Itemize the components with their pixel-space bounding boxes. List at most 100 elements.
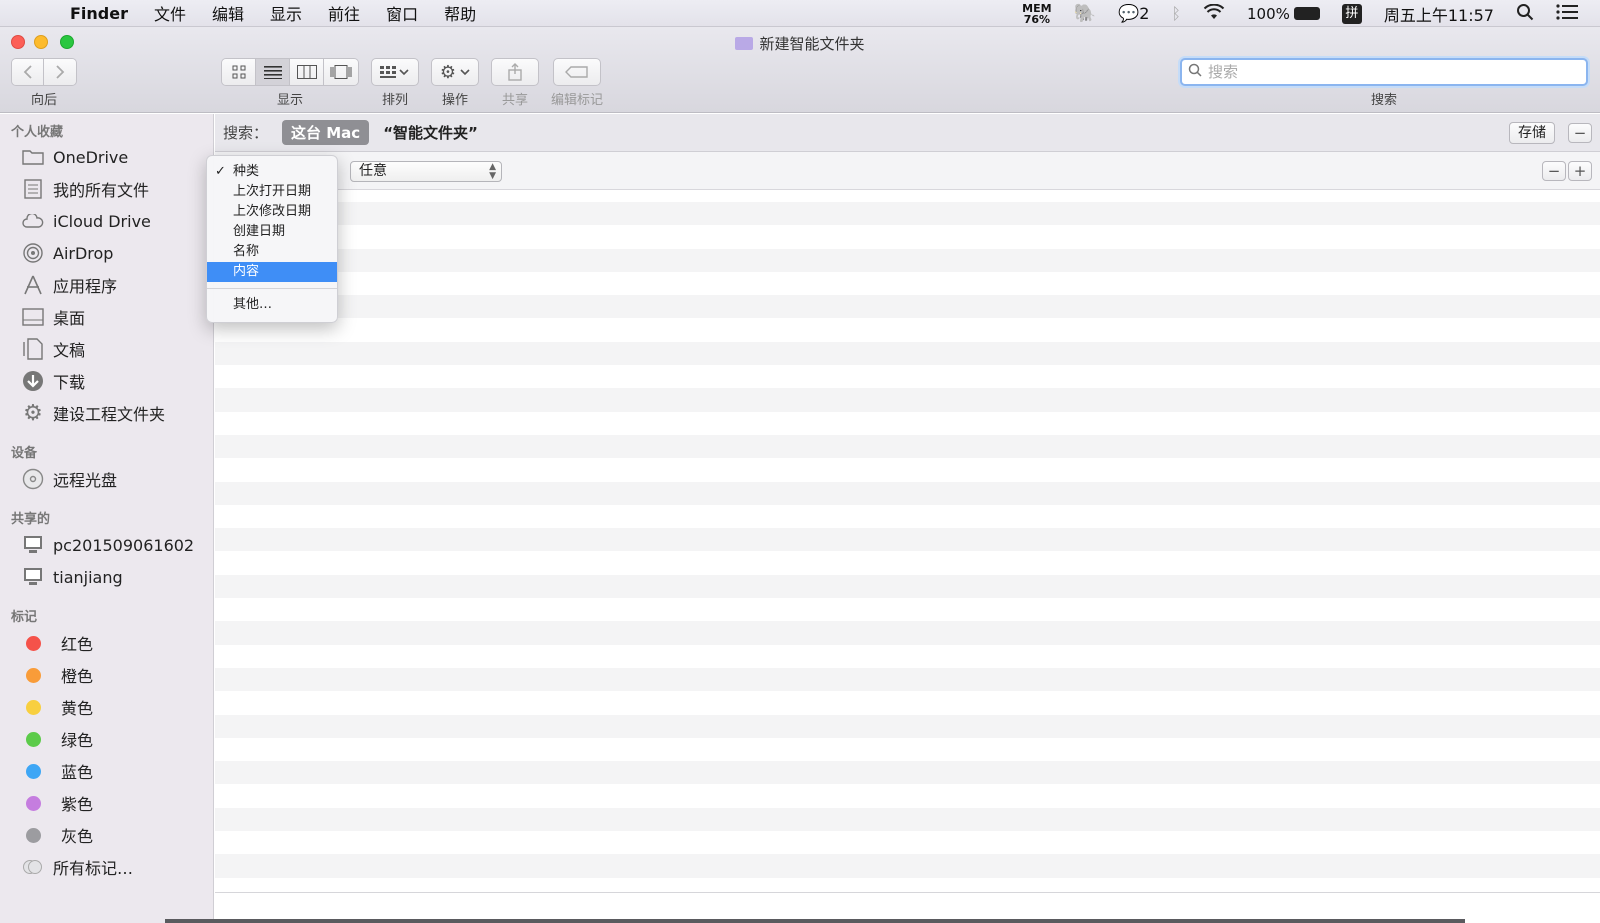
menu-finder[interactable]: Finder [70,4,128,23]
table-row [215,598,1600,621]
all-files-icon [22,178,44,200]
notification-center-icon[interactable] [1556,3,1578,24]
share-button[interactable] [491,58,539,86]
table-row [215,458,1600,481]
save-button[interactable]: 存储 [1509,122,1555,144]
table-row [215,434,1600,459]
list-view-button[interactable] [256,59,290,85]
sidebar-item-documents[interactable]: 文稿 [22,334,212,364]
search-scope-bar: 搜索： 这台 Mac “智能文件夹” 存储 − [215,114,1600,152]
search-icon [1182,63,1208,81]
sidebar-tag-blue[interactable]: 蓝色 [22,756,212,786]
edit-tags-button[interactable] [553,58,601,86]
sidebar-item-airdrop[interactable]: AirDrop [22,238,212,268]
download-icon [22,370,44,392]
tag-color-dot [26,635,41,651]
table-row [215,295,1600,319]
sidebar-tag-gray[interactable]: 灰色 [22,820,212,850]
menu-item-contents[interactable]: 内容 [207,262,337,282]
sidebar-item-onedrive[interactable]: OneDrive [22,142,212,172]
share-label: 共享 [501,93,528,108]
sidebar-item-tianjiang[interactable]: tianjiang [22,562,212,592]
menu-window[interactable]: 窗口 [386,1,418,25]
action-button[interactable]: ⚙ [431,58,479,86]
popup-arrows-icon: ▲ ▼ [489,162,496,181]
search-input[interactable] [1208,63,1568,81]
criteria-value-popup[interactable]: 任意 ▲ ▼ [350,161,502,182]
add-criteria-button[interactable]: + [1568,161,1592,181]
menu-help[interactable]: 帮助 [444,1,476,25]
column-view-button[interactable] [290,59,324,85]
back-label: 向后 [30,93,57,108]
table-row [215,738,1600,761]
table-row [215,365,1600,388]
evernote-icon[interactable]: 🐘 [1074,3,1096,24]
search-criteria-row: 任意 ▲ ▼ − + [215,152,1600,190]
back-forward-group [11,58,77,86]
table-row [215,248,1600,272]
window-bottom-edge [165,919,1465,923]
sidebar-item-desktop[interactable]: 桌面 [22,302,212,332]
table-row [215,784,1600,807]
input-method-icon[interactable]: 拼 [1341,3,1362,24]
scope-smart-folder-button[interactable]: “智能文件夹” [383,122,478,143]
sidebar-item-pc201509061602[interactable]: pc201509061602 [22,530,212,560]
spotlight-search-icon[interactable] [1516,3,1534,25]
clock[interactable]: 周五上午11:57 [1384,2,1494,26]
search-field[interactable] [1180,58,1588,86]
sidebar-item-downloads[interactable]: 下载 [22,366,212,396]
cloud-icon [22,210,44,232]
remove-scope-button[interactable]: − [1568,123,1592,143]
table-row [215,412,1600,435]
sidebar: 个人收藏 OneDrive 我的所有文件 iCloud Drive AirDro… [0,114,214,923]
wifi-icon[interactable] [1203,3,1225,24]
sidebar-item-icloud[interactable]: iCloud Drive [22,206,212,236]
sidebar-item-applications[interactable]: 应用程序 [22,270,212,300]
table-row [215,318,1600,341]
battery-status[interactable]: 100% [1247,5,1320,23]
menu-item-name[interactable]: 名称 [207,242,337,262]
menu-go[interactable]: 前往 [328,1,360,25]
results-list [215,202,1600,886]
scope-this-mac-button[interactable]: 这台 Mac [282,120,370,145]
sidebar-all-tags[interactable]: 所有标记… [22,852,212,882]
computer-icon [22,566,44,588]
menu-item-created[interactable]: 创建日期 [207,222,337,242]
arrange-button[interactable] [371,58,419,86]
menu-view[interactable]: 显示 [270,1,302,25]
menu-edit[interactable]: 编辑 [212,1,244,25]
wechat-icon[interactable]: 💬 2 [1118,4,1149,24]
applications-icon [22,274,44,296]
sidebar-section-favorites: 个人收藏 [11,125,64,140]
bluetooth-icon[interactable]: ᛒ [1171,4,1181,23]
sidebar-item-construction-folder[interactable]: ⚙ 建设工程文件夹 [22,398,212,428]
action-label: 操作 [441,93,468,108]
search-label: 搜索 [1370,93,1397,108]
back-button[interactable] [12,59,44,85]
menu-file[interactable]: 文件 [154,1,186,25]
table-row [215,645,1600,668]
sidebar-tag-orange[interactable]: 橙色 [22,660,212,690]
menu-item-last-opened[interactable]: 上次打开日期 [207,182,337,202]
criteria-attribute-menu: ✓ 种类 上次打开日期 上次修改日期 创建日期 名称 内容 其他… [206,155,338,323]
table-row [215,691,1600,714]
checkmark-icon: ✓ [215,164,226,179]
tag-color-dot [26,827,41,843]
table-row [215,574,1600,599]
sidebar-item-remote-disc[interactable]: 远程光盘 [22,464,212,494]
sidebar-tag-red[interactable]: 红色 [22,628,212,658]
memory-indicator[interactable]: MEM 76% [1022,3,1051,25]
icon-view-button[interactable] [222,59,256,85]
sidebar-tag-yellow[interactable]: 黄色 [22,692,212,722]
sidebar-tag-purple[interactable]: 紫色 [22,788,212,818]
forward-button[interactable] [44,59,76,85]
gallery-view-button[interactable] [324,59,358,85]
menu-item-last-modified[interactable]: 上次修改日期 [207,202,337,222]
sidebar-item-all-files[interactable]: 我的所有文件 [22,174,212,204]
remove-criteria-button[interactable]: − [1542,161,1566,181]
menu-item-other[interactable]: 其他… [207,295,337,315]
sidebar-tag-green[interactable]: 绿色 [22,724,212,754]
menu-item-kind[interactable]: ✓ 种类 [207,162,337,182]
gear-icon: ⚙ [23,400,43,426]
table-row [215,481,1600,505]
